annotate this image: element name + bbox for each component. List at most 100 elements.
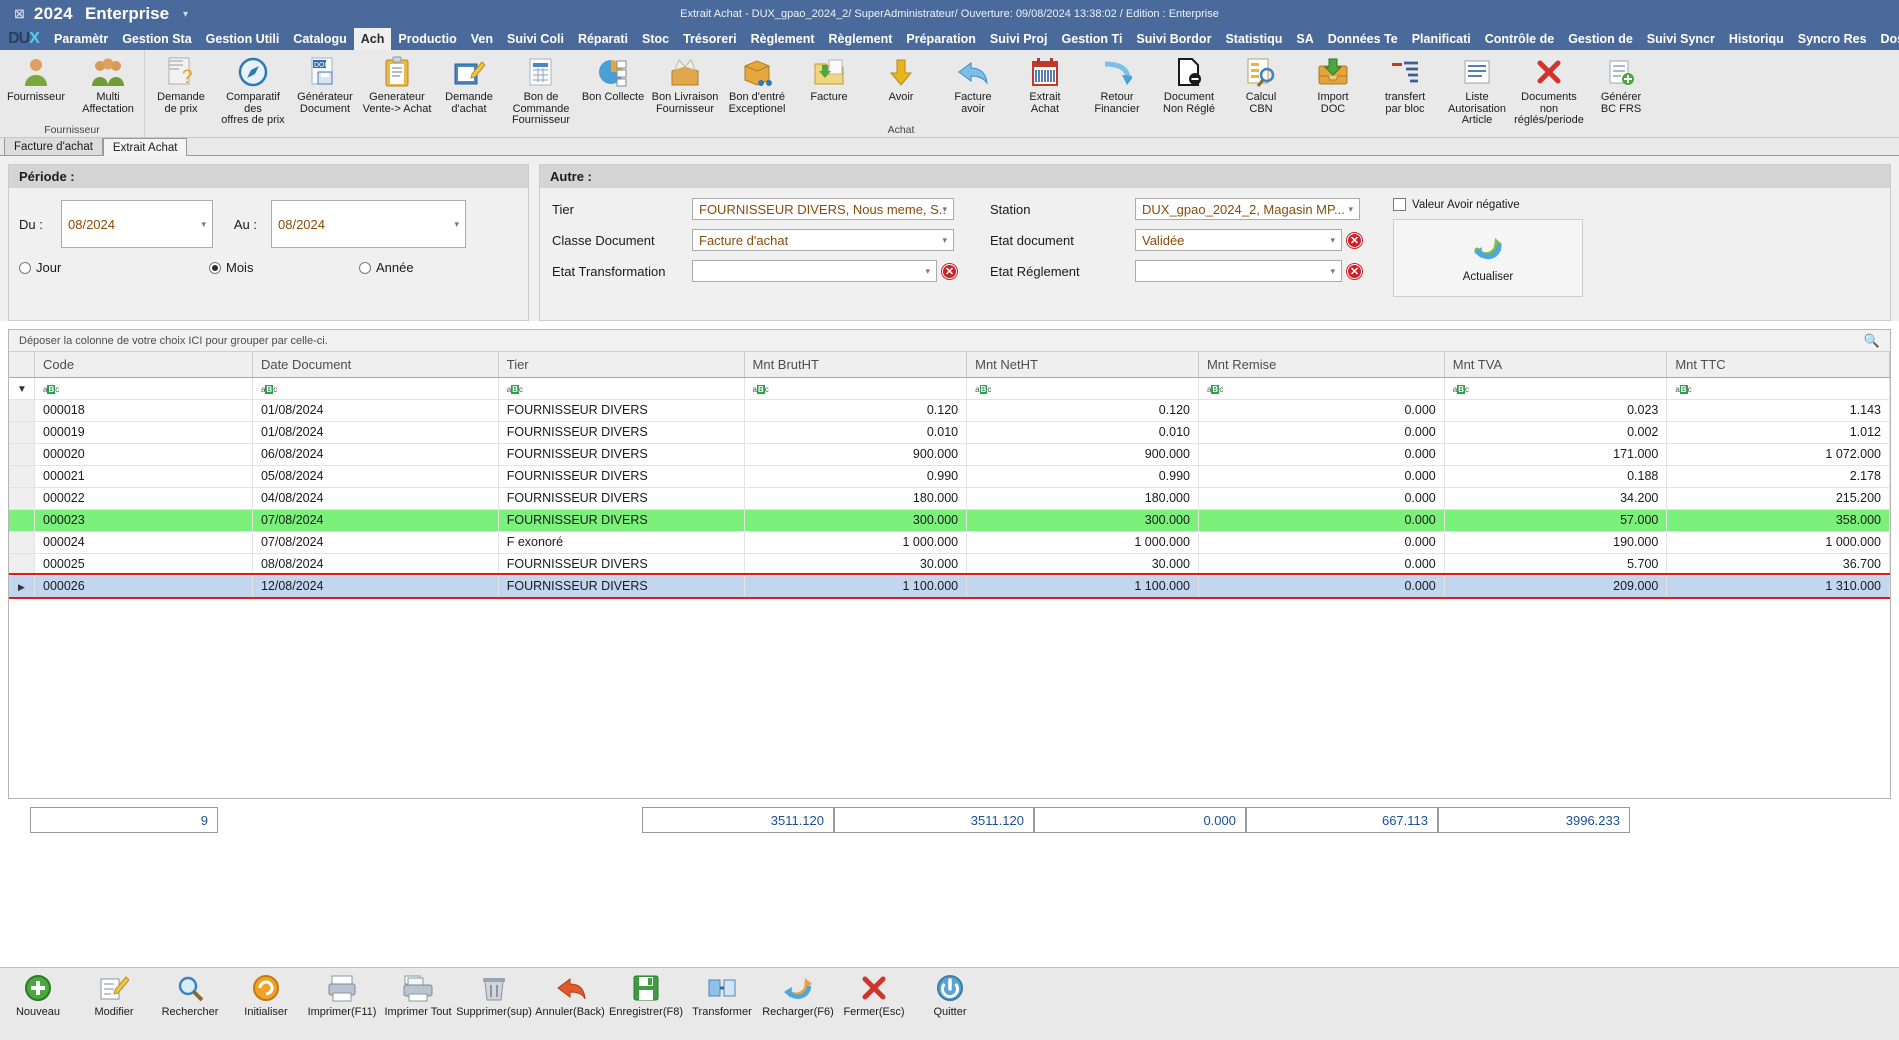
menu-item-stoc[interactable]: Stoc bbox=[635, 28, 676, 50]
menu-item-suivi-bordor[interactable]: Suivi Bordor bbox=[1129, 28, 1218, 50]
etat-transformation-select[interactable]: ▾ bbox=[692, 260, 937, 282]
classe-document-select[interactable]: Facture d'achat ▾ bbox=[692, 229, 954, 251]
menu-item-catalogu[interactable]: Catalogu bbox=[286, 28, 353, 50]
grid-header-mnt-remise[interactable]: Mnt Remise bbox=[1198, 352, 1445, 378]
chevron-down-icon[interactable]: ▾ bbox=[1348, 204, 1353, 215]
grid-header-tier[interactable]: Tier bbox=[498, 352, 745, 378]
page-tab-extrait-achat[interactable]: Extrait Achat bbox=[102, 138, 188, 156]
grid-header-mnt-ttc[interactable]: Mnt TTC bbox=[1666, 352, 1890, 378]
grid-filter-row[interactable]: ▼ aBc aBc aBc aBc aBc aBc aBc aBc bbox=[9, 377, 1890, 400]
bottom-button-fermer-esc[interactable]: Fermer(Esc) bbox=[836, 972, 912, 1018]
grid-filter-cell[interactable]: aBc bbox=[744, 377, 968, 400]
bottom-button-imprimer-f11[interactable]: Imprimer(F11) bbox=[304, 972, 380, 1018]
table-row[interactable]: 000019 01/08/2024 FOURNISSEUR DIVERS 0.010 0… bbox=[9, 421, 1890, 444]
menu-item-planificati[interactable]: Planificati bbox=[1405, 28, 1478, 50]
row-indicator[interactable] bbox=[9, 553, 35, 576]
page-tab-facture-d-achat[interactable]: Facture d'achat bbox=[4, 137, 103, 155]
menu-item-suivi-proj[interactable]: Suivi Proj bbox=[983, 28, 1055, 50]
grid-filter-cell[interactable]: aBc bbox=[498, 377, 745, 400]
menu-item-syncro-res[interactable]: Syncro Res bbox=[1791, 28, 1874, 50]
grid-header-code[interactable]: Code bbox=[34, 352, 253, 378]
menu-item-ach[interactable]: Ach bbox=[353, 28, 392, 50]
grid-filter-cell[interactable]: aBc bbox=[1444, 377, 1668, 400]
actualiser-button[interactable]: Actualiser bbox=[1393, 219, 1583, 297]
bottom-button-nouveau[interactable]: Nouveau bbox=[0, 972, 76, 1018]
etat-reglement-select[interactable]: ▾ bbox=[1135, 260, 1342, 282]
station-select[interactable]: DUX_gpao_2024_2, Magasin MP... ▾ bbox=[1135, 198, 1360, 220]
grid-header-mnt-brutht[interactable]: Mnt BrutHT bbox=[744, 352, 968, 378]
bottom-button-rechercher[interactable]: Rechercher bbox=[152, 972, 228, 1018]
radio-dot-icon[interactable] bbox=[19, 261, 31, 274]
menu-item-contr-le-de[interactable]: Contrôle de bbox=[1478, 28, 1561, 50]
menu-item-gestion-de[interactable]: Gestion de bbox=[1561, 28, 1640, 50]
radio-jour[interactable]: Jour bbox=[19, 260, 209, 275]
row-indicator[interactable] bbox=[9, 421, 35, 444]
table-row[interactable]: 000021 05/08/2024 FOURNISSEUR DIVERS 0.990 0… bbox=[9, 465, 1890, 488]
chevron-down-icon[interactable]: ▾ bbox=[201, 219, 206, 230]
menu-item-gestion-utili[interactable]: Gestion Utili bbox=[199, 28, 287, 50]
chevron-down-icon[interactable]: ▾ bbox=[942, 204, 947, 215]
menu-item-productio[interactable]: Productio bbox=[391, 28, 463, 50]
grid-header-date-document[interactable]: Date Document bbox=[252, 352, 499, 378]
row-indicator[interactable] bbox=[9, 443, 35, 466]
row-indicator[interactable] bbox=[9, 399, 35, 422]
menu-item-historiqu[interactable]: Historiqu bbox=[1722, 28, 1791, 50]
clear-etat-reglement-button[interactable]: ✕ bbox=[1347, 263, 1362, 279]
menu-item-sa[interactable]: SA bbox=[1289, 28, 1320, 50]
grid-filter-cell[interactable]: aBc bbox=[966, 377, 1199, 400]
table-row[interactable]: 000023 07/08/2024 FOURNISSEUR DIVERS 300.00… bbox=[9, 509, 1890, 532]
row-indicator[interactable] bbox=[9, 509, 35, 532]
chevron-down-icon[interactable]: ▾ bbox=[942, 235, 947, 246]
au-input[interactable]: 08/2024 ▾ bbox=[271, 200, 466, 248]
menu-item-statistiqu[interactable]: Statistiqu bbox=[1218, 28, 1289, 50]
menu-item-gestion-ti[interactable]: Gestion Ti bbox=[1055, 28, 1130, 50]
menu-item-donn-es-te[interactable]: Données Te bbox=[1321, 28, 1405, 50]
bottom-button-enregistrer-f8[interactable]: Enregistrer(F8) bbox=[608, 972, 684, 1018]
menu-item-r-glement[interactable]: Règlement bbox=[822, 28, 900, 50]
bottom-button-quitter[interactable]: Quitter bbox=[912, 972, 988, 1018]
close-icon[interactable]: ⊠ bbox=[14, 6, 25, 22]
table-row[interactable]: 000025 08/08/2024 FOURNISSEUR DIVERS 30.000… bbox=[9, 553, 1890, 576]
menu-item-ven[interactable]: Ven bbox=[464, 28, 500, 50]
chevron-down-icon[interactable]: ▾ bbox=[1330, 266, 1335, 277]
row-indicator[interactable] bbox=[9, 465, 35, 488]
menu-item-param-tr[interactable]: Paramètr bbox=[47, 28, 115, 50]
bottom-button-modifier[interactable]: Modifier bbox=[76, 972, 152, 1018]
grid-filter-cell[interactable]: aBc bbox=[252, 377, 499, 400]
chevron-down-icon[interactable]: ▾ bbox=[454, 219, 459, 230]
menu-item-suivi-syncr[interactable]: Suivi Syncr bbox=[1640, 28, 1722, 50]
grid-header-mnt-tva[interactable]: Mnt TVA bbox=[1444, 352, 1668, 378]
etat-document-select[interactable]: Validée ▾ bbox=[1135, 229, 1342, 251]
chevron-down-icon[interactable]: ▾ bbox=[1330, 235, 1335, 246]
search-icon[interactable]: 🔍 bbox=[1864, 333, 1880, 349]
bottom-button-initialiser[interactable]: Initialiser bbox=[228, 972, 304, 1018]
table-row[interactable]: 000020 06/08/2024 FOURNISSEUR DIVERS 900.00… bbox=[9, 443, 1890, 466]
checkbox-box-icon[interactable] bbox=[1393, 198, 1406, 211]
menu-item-pr-paration[interactable]: Préparation bbox=[899, 28, 982, 50]
radio-dot-icon[interactable] bbox=[359, 261, 371, 274]
table-row[interactable]: 000024 07/08/2024 F exonoré 1 000.000 1 000.… bbox=[9, 531, 1890, 554]
clear-etat-transformation-button[interactable]: ✕ bbox=[942, 263, 957, 279]
table-row[interactable]: 000018 01/08/2024 FOURNISSEUR DIVERS 0.120 0… bbox=[9, 399, 1890, 422]
bottom-button-annuler-back[interactable]: Annuler(Back) bbox=[532, 972, 608, 1018]
tier-select[interactable]: FOURNISSEUR DIVERS, Nous meme, S... ▾ bbox=[692, 198, 954, 220]
bottom-button-recharger-f6[interactable]: Recharger(F6) bbox=[760, 972, 836, 1018]
row-indicator[interactable] bbox=[9, 487, 35, 510]
radio-mois[interactable]: Mois bbox=[209, 260, 359, 275]
row-indicator[interactable]: ▶ bbox=[9, 575, 35, 598]
menu-item-gestion-sta[interactable]: Gestion Sta bbox=[115, 28, 198, 50]
group-drop-area[interactable]: Déposer la colonne de votre choix ICI po… bbox=[9, 330, 1890, 352]
menu-item-r-parati[interactable]: Réparati bbox=[571, 28, 635, 50]
valeur-avoir-negative-checkbox[interactable]: Valeur Avoir négative bbox=[1393, 198, 1878, 211]
du-input[interactable]: 08/2024 ▾ bbox=[61, 200, 213, 248]
radio-dot-icon[interactable] bbox=[209, 261, 221, 274]
grid-filter-cell[interactable]: aBc bbox=[1666, 377, 1890, 400]
chevron-down-icon[interactable]: ▾ bbox=[925, 266, 930, 277]
grid-filter-toggle[interactable]: ▼ bbox=[9, 377, 35, 400]
bottom-button-imprimer-tout[interactable]: Imprimer Tout bbox=[380, 972, 456, 1018]
table-row[interactable]: ▶ 000026 12/08/2024 FOURNISSEUR DIVERS 1 100… bbox=[9, 573, 1890, 599]
bottom-button-transformer[interactable]: Transformer bbox=[684, 972, 760, 1018]
menu-item-dossier-in[interactable]: Dossier in bbox=[1874, 28, 1899, 50]
chevron-down-icon[interactable]: ▾ bbox=[183, 9, 188, 20]
table-row[interactable]: 000022 04/08/2024 FOURNISSEUR DIVERS 180.00… bbox=[9, 487, 1890, 510]
